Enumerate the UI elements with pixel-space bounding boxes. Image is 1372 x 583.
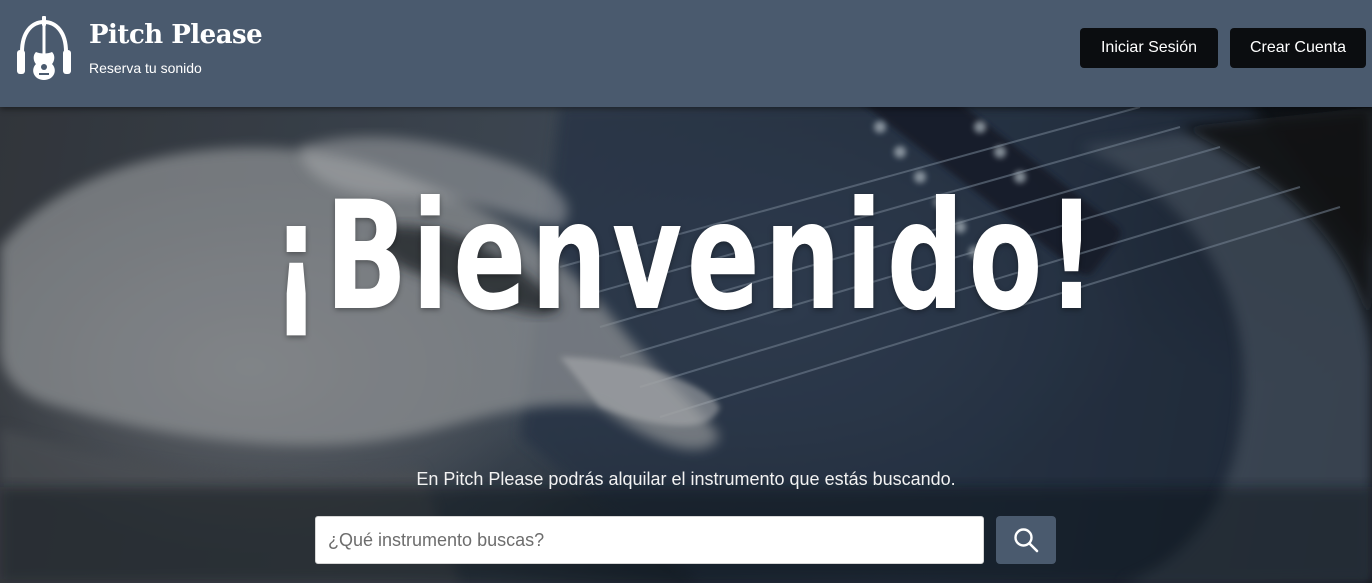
search-input[interactable] xyxy=(315,516,984,564)
login-button[interactable]: Iniciar Sesión xyxy=(1080,28,1218,68)
brand-title[interactable]: Pitch Please xyxy=(89,20,263,50)
guitar-headphones-icon[interactable] xyxy=(14,14,74,80)
hero-tagline: En Pitch Please podrás alquilar el instr… xyxy=(416,469,956,489)
welcome-heading: ¡Bienvenido! xyxy=(271,170,1101,344)
brand-subtitle: Reserva tu sonido xyxy=(89,60,202,76)
search-icon xyxy=(1014,528,1039,553)
search-button[interactable] xyxy=(996,516,1056,564)
hero-section: ¡Bienvenido! En Pitch Please podrás alqu… xyxy=(0,107,1372,583)
register-button[interactable]: Crear Cuenta xyxy=(1230,28,1366,68)
site-header: Pitch Please Reserva tu sonido Iniciar S… xyxy=(0,0,1372,107)
